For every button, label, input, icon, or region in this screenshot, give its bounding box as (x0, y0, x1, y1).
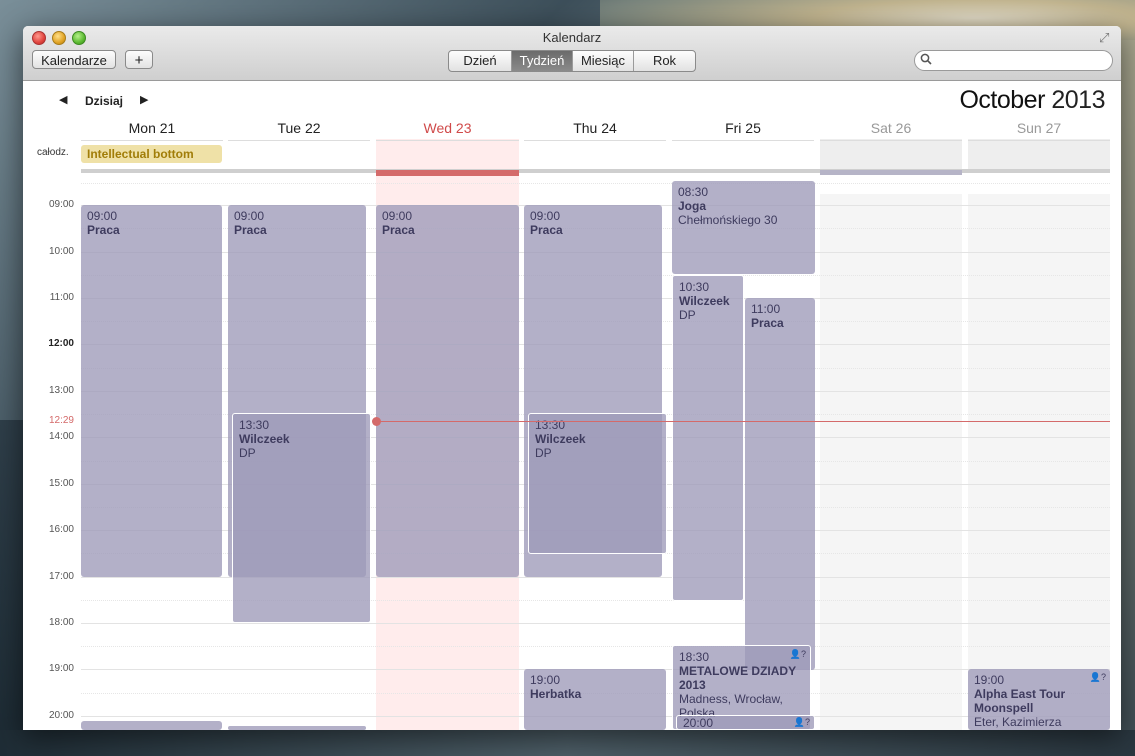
event-time: 13:30 (239, 418, 270, 432)
window-title: Kalendarz (542, 30, 602, 45)
add-event-button[interactable]: + (125, 50, 153, 69)
calendar-event[interactable]: 👤? 20:00 (676, 715, 815, 730)
wallpaper-decoration (1120, 40, 1135, 756)
wallpaper-decoration (0, 730, 1135, 756)
calendar-event[interactable]: 08:30 Joga Chełmońskiego 30 (672, 181, 815, 274)
event-location: Chełmońskiego 30 (678, 213, 778, 227)
event-title: Joga (678, 199, 707, 213)
invitation-icon: 👤? (793, 717, 810, 727)
calendar-window: Kalendarz ⤢ Kalendarze + Dzień Tydzień M… (23, 26, 1121, 730)
day-header[interactable]: Mon 21 (81, 120, 223, 141)
hour-label: 18:00 (48, 617, 74, 628)
year: 2013 (1051, 86, 1105, 114)
event-location: DP (679, 308, 696, 322)
event-location: DP (535, 446, 552, 460)
allday-event[interactable]: Intellectual bottom (81, 145, 222, 163)
calendar-event[interactable]: 13:30 Wilczeek DP (528, 413, 667, 554)
hour-label: 17:00 (48, 571, 74, 582)
event-time: 09:00 (234, 209, 265, 223)
calendar-event[interactable]: 13:30 Wilczeek DP (232, 413, 371, 623)
day-header[interactable]: Fri 25 (672, 120, 814, 141)
event-time: 09:00 (87, 209, 118, 223)
event-time: 08:30 (678, 185, 709, 199)
event-title: Wilczeek (535, 432, 586, 446)
month-name: October (959, 86, 1045, 114)
day-header-today[interactable]: Wed 23 (376, 120, 519, 141)
event-title: Praca (87, 223, 120, 237)
event-title: Praca (530, 223, 563, 237)
event-time: 19:00 (974, 673, 1005, 687)
weekend-allday-shade (968, 139, 1110, 170)
calendar-event[interactable]: 09:00 Praca (376, 205, 519, 577)
current-time-label: 12:29 (48, 415, 74, 426)
event-time: 10:30 (679, 280, 710, 294)
day-header[interactable]: Thu 24 (524, 120, 666, 141)
half-hour-line (81, 183, 1110, 184)
day-header[interactable]: Tue 22 (228, 120, 370, 141)
chevron-right-icon[interactable]: ▶ (140, 93, 148, 106)
hour-label: 10:00 (48, 246, 74, 257)
event-location: Eter, Kazimierza (974, 715, 1062, 729)
hour-label: 09:00 (48, 199, 74, 210)
invitation-icon: 👤? (789, 649, 806, 659)
hour-label: 11:00 (49, 292, 74, 303)
half-hour-line (81, 646, 1110, 647)
view-month-button[interactable]: Miesiąc (573, 51, 634, 71)
today-button[interactable]: Dzisiaj (85, 94, 123, 108)
view-day-button[interactable]: Dzień (449, 51, 512, 71)
hour-label: 13:00 (48, 385, 74, 396)
calendar-event[interactable]: 19:00 Herbatka (524, 669, 666, 730)
event-title: Herbatka (530, 687, 582, 701)
hour-label: 15:00 (48, 478, 74, 489)
event-title: Wilczeek (679, 294, 730, 308)
hour-label: 12:00 (48, 338, 74, 349)
view-switcher: Dzień Tydzień Miesiąc Rok (448, 50, 696, 72)
search-field[interactable] (914, 50, 1113, 71)
event-time: 18:30 (679, 650, 710, 664)
event-location: DP (239, 446, 256, 460)
event-title: Alpha East Tour Moonspell (974, 687, 1066, 715)
event-time: 19:00 (530, 673, 561, 687)
calendar-event[interactable]: 10:30 Wilczeek DP (672, 275, 744, 601)
calendar-event[interactable]: 11:00 Praca (745, 298, 815, 670)
event-title: Praca (751, 316, 784, 330)
hour-label: 19:00 (48, 663, 74, 674)
event-time: 11:00 (751, 302, 781, 316)
titlebar: Kalendarz ⤢ Kalendarze + Dzień Tydzień M… (23, 26, 1121, 81)
invitation-icon: 👤? (1089, 672, 1106, 682)
event-time: 09:00 (530, 209, 561, 223)
calendar-event[interactable] (228, 726, 366, 730)
view-week-button[interactable]: Tydzień (512, 51, 573, 71)
search-input[interactable] (935, 52, 1109, 70)
calendars-button[interactable]: Kalendarze (32, 50, 116, 69)
event-time: 20:00 (683, 716, 714, 730)
calendar-event[interactable] (81, 721, 222, 730)
month-title: October 2013 (959, 86, 1105, 115)
event-title: Praca (234, 223, 267, 237)
event-title: Praca (382, 223, 415, 237)
current-time-dot (372, 417, 381, 426)
current-time-line (376, 421, 1110, 422)
view-year-button[interactable]: Rok (634, 51, 695, 71)
chevron-left-icon[interactable]: ◀ (59, 93, 67, 106)
day-header[interactable]: Sun 27 (968, 120, 1110, 141)
weekend-allday-bar (820, 170, 962, 175)
weekend-allday-shade (820, 139, 962, 170)
hour-line (81, 623, 1110, 624)
event-title: METALOWE DZIADY 2013 (679, 664, 796, 692)
hour-label: 16:00 (48, 524, 74, 535)
today-allday-bar (376, 170, 519, 176)
calendar-event[interactable]: 09:00 Praca (81, 205, 222, 577)
event-time: 09:00 (382, 209, 413, 223)
event-title: Wilczeek (239, 432, 290, 446)
calendar-event[interactable]: 👤? 19:00 Alpha East Tour Moonspell Eter,… (968, 669, 1110, 730)
hour-label: 14:00 (48, 431, 74, 442)
fullscreen-icon[interactable]: ⤢ (1099, 31, 1113, 45)
day-header[interactable]: Sat 26 (820, 120, 962, 141)
search-icon (920, 53, 932, 68)
week-view: ◀ Dzisiaj ▶ October 2013 Mon 21 Tue 22 W… (23, 81, 1121, 730)
hour-label: 20:00 (48, 710, 74, 721)
allday-label: całodz. (37, 147, 69, 158)
